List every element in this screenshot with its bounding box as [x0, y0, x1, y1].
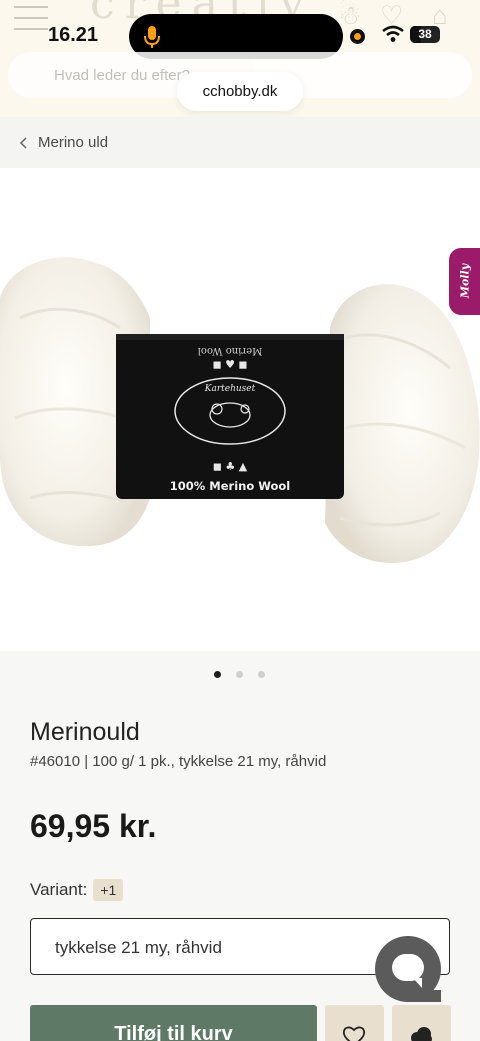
browser-url-pill[interactable]: cchobby.dk — [177, 72, 303, 111]
svg-text:◼ ♥ ◼: ◼ ♥ ◼ — [212, 358, 247, 371]
chevron-left-icon — [19, 136, 27, 149]
battery-percent: 38 — [418, 27, 432, 41]
wifi-icon — [382, 25, 404, 42]
band-brand-text: Kartehuset — [204, 384, 256, 394]
band-title-text: 100% Merino Wool — [170, 479, 291, 493]
search-placeholder: Hvad leder du efter? — [54, 67, 190, 84]
svg-text:Merino Wool: Merino Wool — [198, 345, 263, 356]
variant-selected-value: tykkelse 21 my, råhvid — [55, 938, 222, 957]
carousel-dot-3[interactable] — [258, 671, 265, 678]
chat-button[interactable] — [375, 936, 441, 1002]
add-to-cart-button[interactable]: Tilføj til kurv — [30, 1005, 317, 1041]
breadcrumb[interactable]: Merino uld — [0, 117, 480, 168]
breadcrumb-label: Merino uld — [38, 134, 109, 151]
menu-icon[interactable] — [14, 6, 48, 30]
variant-row: Variant: +1 — [30, 879, 124, 901]
variant-count-badge: +1 — [93, 879, 124, 901]
svg-text:◼ ♣ ▲: ◼ ♣ ▲ — [213, 460, 248, 473]
product-title: Merinould — [30, 718, 140, 746]
molly-side-tab[interactable]: Molly — [449, 248, 480, 315]
product-subtitle: #46010 | 100 g/ 1 pk., tykkelse 21 my, r… — [30, 753, 327, 770]
status-time: 16.21 — [48, 24, 99, 46]
person-icon: ☃ — [338, 0, 362, 30]
chat-bubble-icon — [392, 954, 424, 988]
product-image[interactable]: Merino Wool ◼ ♥ ◼ Kartehuset ◼ ♣ ▲ 100% … — [0, 168, 480, 651]
molly-label: Molly — [458, 263, 472, 299]
store-stock-button[interactable] — [392, 1005, 451, 1041]
cloud-icon — [411, 1027, 432, 1041]
heart-icon — [342, 1026, 366, 1041]
battery-indicator: 38 — [410, 26, 440, 43]
recording-indicator-icon — [350, 29, 365, 44]
variant-label: Variant: — [30, 880, 88, 899]
microphone-icon — [144, 26, 160, 48]
carousel-dot-2[interactable] — [236, 671, 243, 678]
carousel-dot-1[interactable] — [214, 671, 221, 678]
carousel-dots — [214, 671, 265, 678]
merino-wool-bundle-image: Merino Wool ◼ ♥ ◼ Kartehuset ◼ ♣ ▲ 100% … — [0, 257, 480, 563]
product-price: 69,95 kr. — [30, 808, 157, 844]
wishlist-button[interactable] — [325, 1005, 384, 1041]
